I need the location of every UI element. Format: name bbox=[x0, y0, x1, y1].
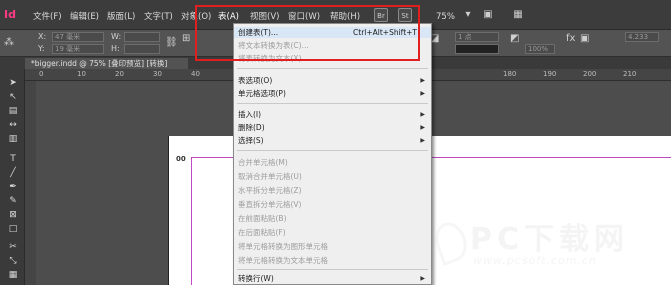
size-field[interactable]: 4.233 bbox=[625, 32, 659, 42]
menu-convert-to-text-cell[interactable]: 将单元格转换为文本单元格 bbox=[234, 255, 431, 266]
w-field[interactable] bbox=[124, 32, 160, 42]
menu-item-label: 在前面粘贴(B) bbox=[238, 214, 287, 223]
w-label: W: bbox=[111, 32, 122, 41]
zoom-level[interactable]: 75% bbox=[436, 10, 455, 24]
menu-item-label: 垂直拆分单元格(V) bbox=[238, 200, 302, 209]
rectangle-frame-tool-icon[interactable]: ⊠ bbox=[6, 209, 20, 221]
reference-point-icon[interactable]: ⁂ bbox=[4, 37, 14, 48]
document-tab[interactable]: *bigger.indd @ 75% [叠印预览] [转换] bbox=[25, 58, 188, 69]
opacity-icon[interactable]: ◩ bbox=[510, 33, 519, 44]
vertical-ruler bbox=[25, 81, 36, 285]
menu-paste-before[interactable]: 在前面粘贴(B) bbox=[234, 213, 431, 224]
menu-split-cell-vertically[interactable]: 垂直拆分单元格(V) bbox=[234, 199, 431, 210]
menu-file[interactable]: 文件(F) bbox=[33, 10, 62, 24]
submenu-arrow-icon: ▶ bbox=[420, 77, 425, 84]
gap-tool-icon[interactable]: ↔ bbox=[6, 119, 20, 131]
toolbox: ➤ ↖ ▤ ↔ ▥ T ╱ ✒ ✎ ⊠ □ ✂ ⤡ ▦ bbox=[0, 69, 25, 285]
menu-insert[interactable]: 插入(I) ▶ bbox=[234, 109, 431, 120]
y-field[interactable]: 19 毫米 bbox=[52, 44, 104, 54]
content-collector-icon[interactable]: ▥ bbox=[6, 133, 20, 145]
menu-item-label: 转换行(W) bbox=[238, 274, 274, 283]
pen-tool-icon[interactable]: ✒ bbox=[6, 181, 20, 193]
watermark-url: www.pcsoft.com.cn bbox=[473, 254, 597, 267]
indesign-logo-icon: Id bbox=[4, 8, 16, 21]
scissors-tool-icon[interactable]: ✂ bbox=[6, 241, 20, 253]
submenu-arrow-icon: ▶ bbox=[420, 111, 425, 118]
ruler-tick: 180 bbox=[503, 70, 517, 78]
menu-convert-to-graphic-cell[interactable]: 将单元格转换为图形单元格 bbox=[234, 241, 431, 252]
menu-unmerge-cells[interactable]: 取消合并单元格(U) bbox=[234, 171, 431, 182]
menu-item-label: 合并单元格(M) bbox=[238, 158, 288, 167]
menu-item-label: 在后面粘贴(F) bbox=[238, 228, 286, 237]
menu-convert-rows[interactable]: 转换行(W) ▶ bbox=[234, 273, 431, 284]
scale-icon[interactable]: ⊞ bbox=[182, 33, 190, 44]
highlight-annotation-box bbox=[195, 5, 420, 61]
menu-delete[interactable]: 删除(D) ▶ bbox=[234, 122, 431, 133]
ruler-tick: 200 bbox=[583, 70, 597, 78]
menu-split-cell-horizontally[interactable]: 水平拆分单元格(Z) bbox=[234, 185, 431, 196]
menu-item-label: 表选项(O) bbox=[238, 76, 273, 85]
menu-cell-options[interactable]: 单元格选项(P) ▶ bbox=[234, 88, 431, 99]
transform-tool-icon[interactable]: ⤡ bbox=[6, 255, 20, 267]
table-menu-dropdown: 创建表(T)... Ctrl+Alt+Shift+T 将文本转换为表(C)...… bbox=[233, 23, 432, 285]
y-label: Y: bbox=[38, 44, 45, 53]
x-field[interactable]: 47 毫米 bbox=[52, 32, 104, 42]
menu-item-label: 单元格选项(P) bbox=[238, 89, 286, 98]
x-label: X: bbox=[38, 32, 47, 41]
ruler-tick: 30 bbox=[153, 70, 162, 78]
selection-tool-icon[interactable]: ➤ bbox=[6, 77, 20, 89]
ruler-tick: 190 bbox=[543, 70, 557, 78]
pencil-tool-icon[interactable]: ✎ bbox=[6, 195, 20, 207]
menu-item-label: 将单元格转换为文本单元格 bbox=[238, 256, 328, 265]
menu-separator bbox=[237, 269, 428, 270]
submenu-arrow-icon: ▶ bbox=[420, 90, 425, 97]
menu-item-label: 删除(D) bbox=[238, 123, 265, 132]
page-tool-icon[interactable]: ▤ bbox=[6, 105, 20, 117]
menu-table-options[interactable]: 表选项(O) ▶ bbox=[234, 75, 431, 86]
ruler-tick: 40 bbox=[191, 70, 200, 78]
stroke-type-field[interactable] bbox=[455, 44, 499, 54]
ruler-tick: 0 bbox=[39, 70, 44, 78]
menu-item-label: 水平拆分单元格(Z) bbox=[238, 186, 302, 195]
ruler-tick: 20 bbox=[115, 70, 124, 78]
menu-item-label: 将单元格转换为图形单元格 bbox=[238, 242, 328, 251]
rectangle-tool-icon[interactable]: □ bbox=[6, 223, 20, 235]
line-tool-icon[interactable]: ╱ bbox=[6, 167, 20, 179]
h-label: H: bbox=[111, 44, 120, 53]
submenu-arrow-icon: ▶ bbox=[420, 275, 425, 282]
h-field[interactable] bbox=[124, 44, 160, 54]
menu-paste-after[interactable]: 在后面粘贴(F) bbox=[234, 227, 431, 238]
ruler-tick: 10 bbox=[77, 70, 86, 78]
zoom-dropdown-icon[interactable]: ▾ bbox=[460, 8, 476, 22]
submenu-arrow-icon: ▶ bbox=[420, 137, 425, 144]
menu-separator bbox=[237, 68, 428, 69]
page-number-label: 00 bbox=[176, 155, 186, 163]
gradient-tool-icon[interactable]: ▦ bbox=[6, 269, 20, 281]
menu-merge-cells[interactable]: 合并单元格(M) bbox=[234, 157, 431, 168]
menu-item-label: 插入(I) bbox=[238, 110, 262, 119]
arrange-documents-icon[interactable]: ▦ bbox=[510, 8, 526, 22]
direct-selection-tool-icon[interactable]: ↖ bbox=[6, 91, 20, 103]
constrain-link-icon[interactable]: ⛓ bbox=[165, 37, 178, 48]
menu-select[interactable]: 选择(S) ▶ bbox=[234, 135, 431, 146]
menu-type[interactable]: 文字(T) bbox=[144, 10, 173, 24]
menu-item-label: 取消合并单元格(U) bbox=[238, 172, 302, 181]
ruler-tick: 210 bbox=[623, 70, 637, 78]
effects-icon[interactable]: fx bbox=[566, 33, 575, 44]
menu-separator bbox=[237, 150, 428, 151]
menu-item-label: 选择(S) bbox=[238, 136, 264, 145]
screen-mode-icon[interactable]: ▣ bbox=[480, 8, 496, 22]
type-tool-icon[interactable]: T bbox=[6, 153, 20, 165]
menu-edit[interactable]: 编辑(E) bbox=[70, 10, 99, 24]
watermark-title: PC下载网 bbox=[470, 222, 630, 257]
opacity-field[interactable]: 100% bbox=[525, 44, 555, 54]
stroke-weight-field[interactable]: 1 点 bbox=[455, 32, 499, 42]
drop-shadow-icon[interactable]: ▣ bbox=[580, 33, 589, 44]
submenu-arrow-icon: ▶ bbox=[420, 124, 425, 131]
menu-layout[interactable]: 版面(L) bbox=[107, 10, 135, 24]
menu-separator bbox=[237, 103, 428, 104]
